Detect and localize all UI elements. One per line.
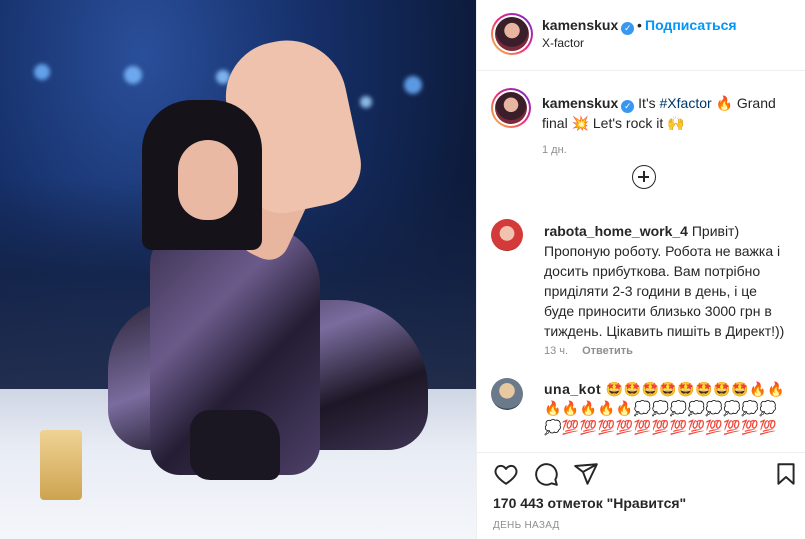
likes-count[interactable]: 170 443 отметок "Нравится" [493, 495, 686, 511]
hashtag-link[interactable]: #Xfactor [660, 95, 712, 111]
stage-light [34, 64, 50, 80]
follow-button[interactable]: Подписаться [645, 17, 737, 33]
avatar[interactable] [491, 13, 533, 55]
username-link[interactable]: kamenskux ✓ [542, 17, 635, 35]
comment-bubble-icon[interactable] [533, 461, 559, 487]
action-bar: 170 443 отметок "Нравится" ДЕНЬ НАЗАД [477, 452, 805, 539]
post-date[interactable]: ДЕНЬ НАЗАД [493, 520, 560, 531]
location-link[interactable]: X-factor [542, 36, 584, 50]
caption-username[interactable]: kamenskux [542, 95, 618, 111]
post-header: kamenskux ✓ • Подписаться X-factor [477, 0, 805, 71]
post-photo[interactable] [0, 0, 476, 539]
comment-text: una_kot 🤩🤩🤩🤩🤩🤩🤩🤩🔥🔥🔥🔥🔥🔥🔥💭💭💭💭💭💭💭💭💭💯💯💯💯💯💯💯💯… [544, 380, 789, 437]
load-more-comments-icon[interactable] [632, 165, 656, 189]
stage-light [404, 76, 422, 94]
comment-avatar[interactable] [491, 378, 523, 410]
comment-time: 13 ч. [544, 345, 569, 357]
comment-body: Привіт) Пропоную роботу. Робота не важка… [544, 223, 785, 339]
bookmark-icon[interactable] [773, 461, 799, 487]
comment-username[interactable]: rabota_home_work_4 [544, 223, 688, 239]
comment-item: una_kot 🤩🤩🤩🤩🤩🤩🤩🤩🔥🔥🔥🔥🔥🔥🔥💭💭💭💭💭💭💭💭💭💯💯💯💯💯💯💯💯… [491, 378, 791, 440]
heart-icon[interactable] [493, 461, 519, 487]
caption-text: kamenskux ✓ It's #Xfactor 🔥 Grand final 💥… [542, 93, 787, 133]
comment-text: rabota_home_work_4 Привіт) Пропоную робо… [544, 221, 789, 341]
caption-avatar[interactable] [491, 88, 531, 128]
comment-username[interactable]: una_kot [544, 381, 601, 397]
performer-boot [190, 410, 280, 480]
performer-face [178, 140, 238, 220]
verified-badge-icon: ✓ [621, 100, 635, 113]
username-text[interactable]: kamenskux [542, 17, 618, 33]
caption-time: 1 дн. [542, 144, 567, 156]
paper-plane-icon[interactable] [573, 461, 599, 487]
cup [40, 430, 82, 500]
stage-light [124, 66, 142, 84]
reply-button[interactable]: Ответить [582, 345, 633, 357]
caption-text-before: It's [638, 95, 660, 111]
post-panel: kamenskux ✓ • Подписаться X-factor kamens… [476, 0, 805, 539]
comment-avatar[interactable] [491, 219, 523, 251]
comment-meta: 13 ч. Ответить [544, 345, 633, 357]
separator-dot: • [637, 17, 642, 33]
stage-light [360, 96, 372, 108]
verified-badge-icon: ✓ [621, 22, 635, 35]
